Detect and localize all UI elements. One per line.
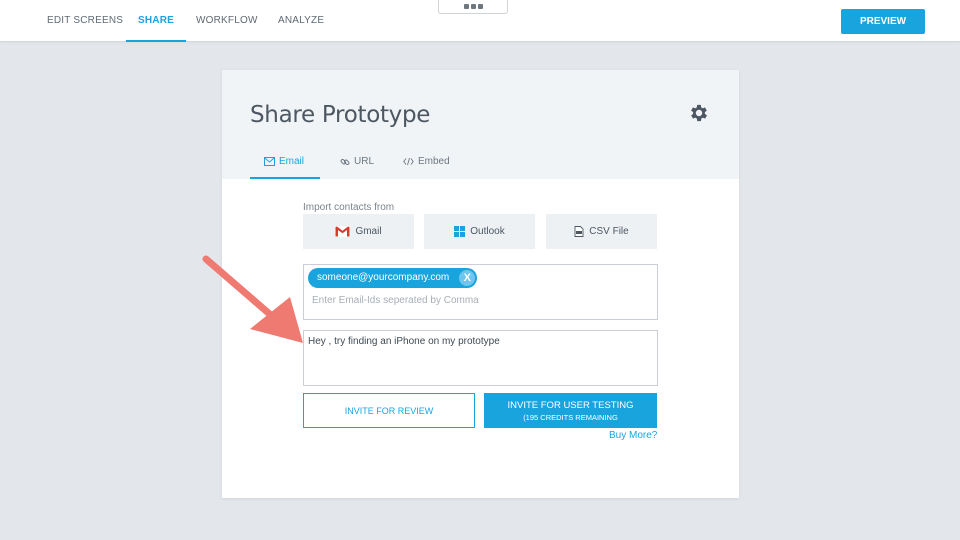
email-chip-label: someone@yourcompany.com	[317, 272, 450, 283]
buy-more-link[interactable]: Buy More?	[609, 430, 657, 441]
envelope-icon	[264, 157, 275, 166]
page-title: Share Prototype	[250, 102, 431, 128]
nav-tab-analyze[interactable]: ANALYZE	[278, 0, 324, 42]
credits-remaining-label: (195 CREDITS REMAINING	[523, 413, 618, 422]
tab-embed[interactable]: Embed	[403, 156, 450, 179]
tab-embed-label: Embed	[418, 156, 450, 167]
invite-for-review-button[interactable]: INVITE FOR REVIEW	[303, 393, 475, 428]
windows-icon	[454, 226, 466, 237]
import-contacts-label: Import contacts from	[303, 202, 395, 213]
annotation-arrow-icon	[202, 255, 303, 343]
email-input[interactable]	[312, 293, 642, 307]
top-nav-bar: EDIT SCREENS SHARE WORKFLOW ANALYZE PREV…	[0, 0, 960, 42]
import-gmail-button[interactable]: Gmail	[303, 214, 414, 249]
tab-email[interactable]: Email	[249, 156, 321, 179]
import-csv-button[interactable]: CSV File	[546, 214, 657, 249]
link-icon	[340, 158, 350, 166]
grip-icon	[464, 4, 484, 9]
preview-button[interactable]: PREVIEW	[841, 9, 925, 34]
nav-tab-workflow[interactable]: WORKFLOW	[196, 0, 258, 42]
tab-url-label: URL	[354, 156, 375, 167]
remove-chip-button[interactable]: X	[459, 270, 476, 286]
invite-testing-label: INVITE FOR USER TESTING	[507, 400, 634, 411]
tab-email-label: Email	[279, 156, 305, 167]
outlook-label: Outlook	[470, 226, 505, 237]
gmail-icon	[335, 226, 351, 237]
csv-label: CSV File	[589, 226, 629, 237]
message-textarea[interactable]: Hey , try finding an iPhone on my protot…	[303, 330, 658, 386]
code-icon	[403, 157, 414, 166]
invite-for-user-testing-button[interactable]: INVITE FOR USER TESTING (195 CREDITS REM…	[484, 393, 657, 428]
gmail-label: Gmail	[355, 226, 382, 237]
csv-file-icon	[574, 226, 584, 237]
email-chip[interactable]: someone@yourcompany.com X	[308, 268, 478, 288]
nav-tab-share[interactable]: SHARE	[125, 0, 187, 42]
tab-url[interactable]: URL	[340, 156, 374, 179]
recipients-field[interactable]: someone@yourcompany.com X	[303, 264, 658, 320]
import-outlook-button[interactable]: Outlook	[424, 214, 535, 249]
nav-tab-edit-screens[interactable]: EDIT SCREENS	[47, 0, 123, 42]
drag-handle[interactable]	[438, 0, 508, 14]
panel-header: Share Prototype Email URL Embed	[222, 70, 739, 179]
gear-icon[interactable]	[688, 102, 710, 124]
